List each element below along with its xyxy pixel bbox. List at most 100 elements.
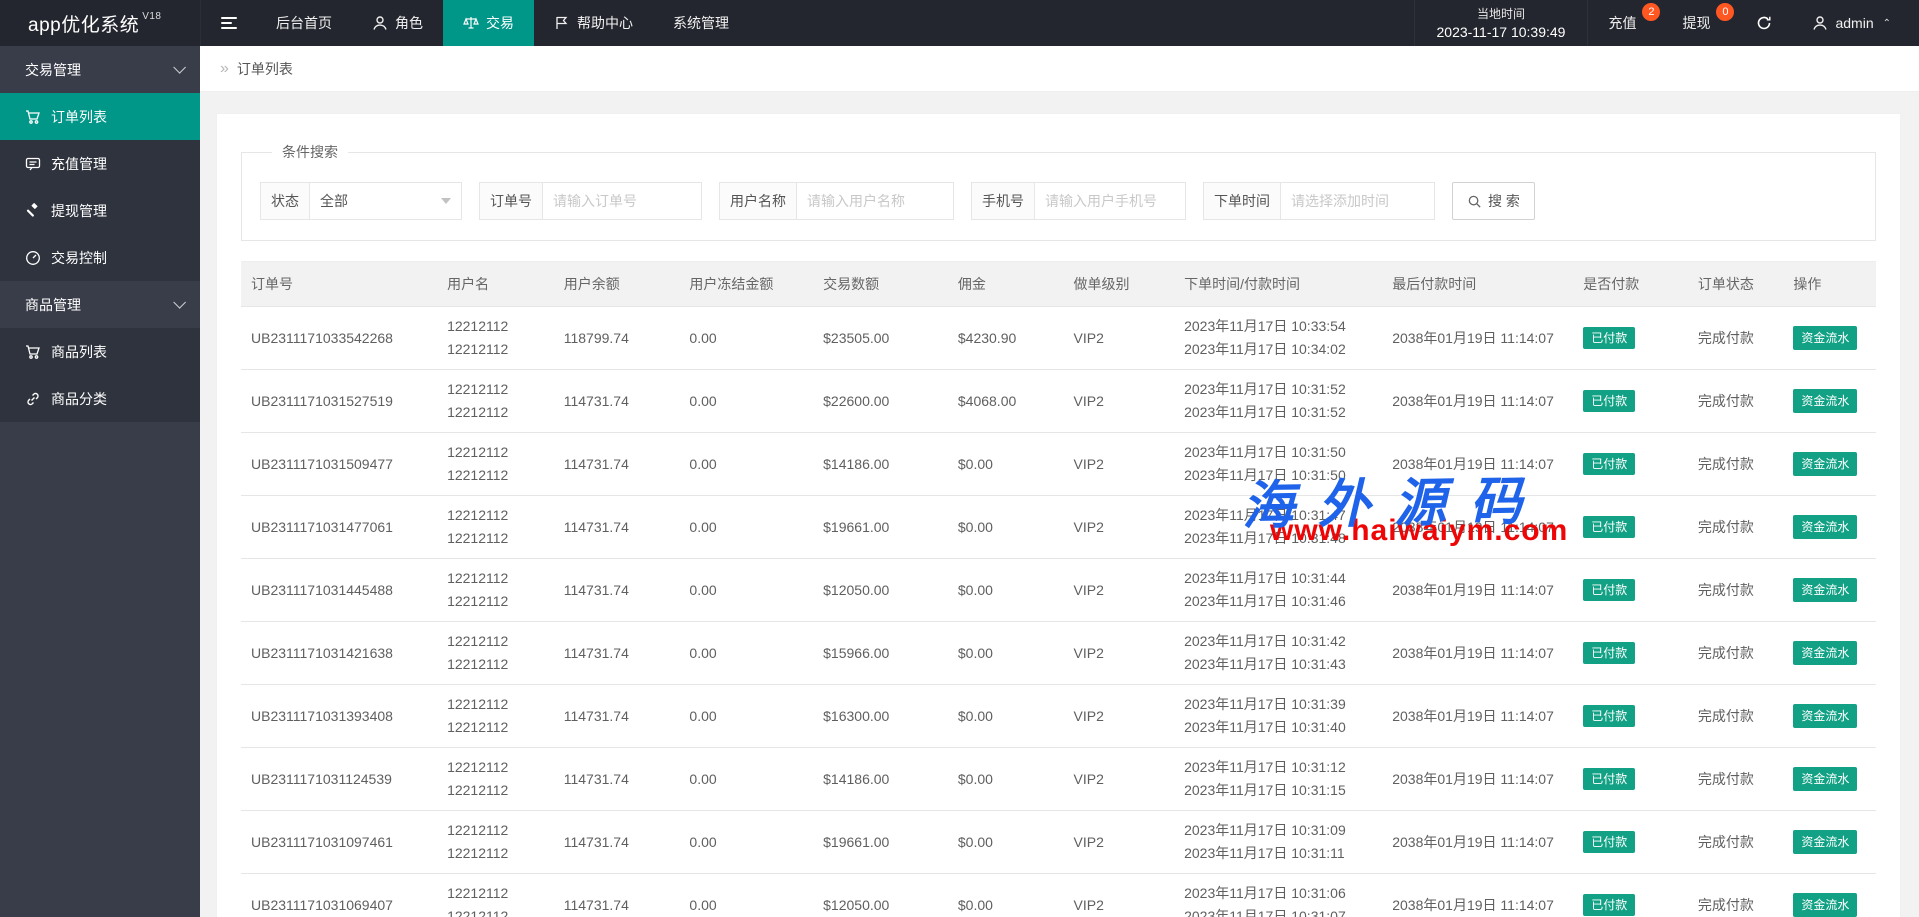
- frozen-cell: 0.00: [679, 811, 813, 874]
- sidebar-item-order-list[interactable]: 订单列表: [0, 93, 200, 140]
- filter-row: 状态 全部 订单号 用户名称 手机号: [260, 182, 1857, 220]
- status-select-value: 全部: [320, 191, 348, 211]
- order-time-filter: 下单时间: [1203, 182, 1435, 220]
- order-status-cell: 完成付款: [1688, 496, 1784, 559]
- paid-badge: 已付款: [1583, 516, 1635, 538]
- sidebar-item-goods-category[interactable]: 商品分类: [0, 375, 200, 422]
- fund-flow-button[interactable]: 资金流水: [1793, 641, 1857, 665]
- action-cell: 资金流水: [1783, 307, 1876, 370]
- gavel-icon: [25, 203, 41, 219]
- fund-flow-button[interactable]: 资金流水: [1793, 767, 1857, 791]
- level-cell: VIP2: [1064, 874, 1175, 917]
- amount-cell: $12050.00: [813, 559, 948, 622]
- order-table: 订单号用户名用户余额用户冻结金额交易数额佣金做单级别下单时间/付款时间最后付款时…: [241, 261, 1876, 917]
- app-version: V18: [142, 11, 161, 22]
- user-name-cell: 12212112 12212112: [437, 370, 554, 433]
- balance-cell: 114731.74: [554, 811, 680, 874]
- last-pay-time-cell: 2038年01月19日 11:14:07: [1382, 622, 1573, 685]
- order-status-cell: 完成付款: [1688, 559, 1784, 622]
- fund-flow-button[interactable]: 资金流水: [1793, 515, 1857, 539]
- fund-flow-button[interactable]: 资金流水: [1793, 704, 1857, 728]
- sidebar-group-trade[interactable]: 交易管理: [0, 46, 200, 93]
- commission-cell: $0.00: [948, 622, 1064, 685]
- level-cell: VIP2: [1064, 811, 1175, 874]
- user-menu[interactable]: admin ⌃: [1792, 0, 1919, 46]
- paid-badge: 已付款: [1583, 831, 1635, 853]
- recharge-button[interactable]: 充值 2: [1588, 0, 1662, 46]
- sidebar-group-goods[interactable]: 商品管理: [0, 281, 200, 328]
- user-name-cell: 12212112 12212112: [437, 559, 554, 622]
- order-time-cell: 2023年11月17日 10:31:50 2023年11月17日 10:31:5…: [1174, 433, 1382, 496]
- nav-role-label: 角色: [395, 13, 423, 33]
- order-time-cell: 2023年11月17日 10:31:42 2023年11月17日 10:31:4…: [1174, 622, 1382, 685]
- main-content: 条件搜索 状态 全部 订单号 用户名称: [200, 92, 1919, 917]
- paid-cell: 已付款: [1573, 370, 1688, 433]
- phone-input[interactable]: [1034, 182, 1186, 220]
- level-cell: VIP2: [1064, 433, 1175, 496]
- user-name-cell: 12212112 12212112: [437, 622, 554, 685]
- balance-cell: 114731.74: [554, 559, 680, 622]
- order-status-cell: 完成付款: [1688, 685, 1784, 748]
- topbar-spacer: [749, 0, 1414, 46]
- sidebar-item-goods-list[interactable]: 商品列表: [0, 328, 200, 375]
- sidebar-item-recharge[interactable]: 充值管理: [0, 140, 200, 187]
- last-pay-time-cell: 2038年01月19日 11:14:07: [1382, 685, 1573, 748]
- refresh-button[interactable]: [1736, 0, 1792, 46]
- sidebar-collapse-button[interactable]: [200, 0, 256, 46]
- fund-flow-button[interactable]: 资金流水: [1793, 452, 1857, 476]
- fund-flow-button[interactable]: 资金流水: [1793, 578, 1857, 602]
- fund-flow-button[interactable]: 资金流水: [1793, 893, 1857, 917]
- fund-flow-button[interactable]: 资金流水: [1793, 389, 1857, 413]
- order-row: UB2311171031069407 12212112 12212112 114…: [241, 874, 1876, 917]
- select-caret-icon: [441, 198, 451, 204]
- order-time-cell: 2023年11月17日 10:31:52 2023年11月17日 10:31:5…: [1174, 370, 1382, 433]
- sidebar-item-label: 订单列表: [51, 107, 107, 127]
- sidebar-item-trade-control[interactable]: 交易控制: [0, 234, 200, 281]
- order-no-cell: UB2311171033542268: [241, 307, 437, 370]
- nav-help-label: 帮助中心: [577, 13, 633, 33]
- nav-item-home[interactable]: 后台首页: [256, 0, 352, 46]
- order-no-cell: UB2311171031097461: [241, 811, 437, 874]
- fund-flow-button[interactable]: 资金流水: [1793, 830, 1857, 854]
- order-time-input[interactable]: [1280, 182, 1435, 220]
- paid-badge: 已付款: [1583, 894, 1635, 916]
- sidebar-item-withdraw[interactable]: 提现管理: [0, 187, 200, 234]
- withdraw-button[interactable]: 提现 0: [1662, 0, 1736, 46]
- action-cell: 资金流水: [1783, 685, 1876, 748]
- column-header: 操作: [1783, 262, 1876, 307]
- column-header: 交易数额: [813, 262, 948, 307]
- last-pay-time-cell: 2038年01月19日 11:14:07: [1382, 307, 1573, 370]
- action-cell: 资金流水: [1783, 370, 1876, 433]
- column-header: 用户名: [437, 262, 554, 307]
- admin-user-icon: [1812, 15, 1828, 31]
- order-no-input[interactable]: [542, 182, 702, 220]
- nav-trade-label: 交易: [486, 13, 514, 33]
- nav-item-role[interactable]: 角色: [352, 0, 443, 46]
- order-no-filter: 订单号: [479, 182, 702, 220]
- paid-cell: 已付款: [1573, 433, 1688, 496]
- user-name-input[interactable]: [796, 182, 954, 220]
- nav-item-trade[interactable]: 交易: [443, 0, 534, 46]
- nav-item-system[interactable]: 系统管理: [653, 0, 749, 46]
- order-row: UB2311171031527519 12212112 12212112 114…: [241, 370, 1876, 433]
- order-status-cell: 完成付款: [1688, 874, 1784, 917]
- nav-item-help[interactable]: 帮助中心: [534, 0, 653, 46]
- fund-flow-button[interactable]: 资金流水: [1793, 326, 1857, 350]
- amount-cell: $14186.00: [813, 748, 948, 811]
- action-cell: 资金流水: [1783, 622, 1876, 685]
- paid-cell: 已付款: [1573, 307, 1688, 370]
- last-pay-time-cell: 2038年01月19日 11:14:07: [1382, 496, 1573, 559]
- action-cell: 资金流水: [1783, 433, 1876, 496]
- order-table-body: UB2311171033542268 12212112 12212112 118…: [241, 307, 1876, 917]
- search-button[interactable]: 搜 索: [1452, 182, 1535, 220]
- dashboard-icon: [25, 250, 41, 266]
- paid-badge: 已付款: [1583, 768, 1635, 790]
- status-select[interactable]: 全部: [309, 182, 462, 220]
- frozen-cell: 0.00: [679, 874, 813, 917]
- order-row: UB2311171033542268 12212112 12212112 118…: [241, 307, 1876, 370]
- commission-cell: $0.00: [948, 559, 1064, 622]
- sidebar-group-goods-label: 商品管理: [25, 295, 81, 315]
- app-title: app优化系统: [28, 10, 139, 37]
- flag-icon: [554, 15, 570, 31]
- last-pay-time-cell: 2038年01月19日 11:14:07: [1382, 433, 1573, 496]
